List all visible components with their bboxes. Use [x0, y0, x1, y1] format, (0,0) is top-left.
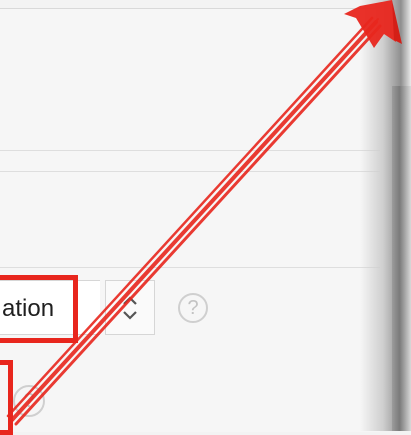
- settings-panel: [0, 8, 380, 432]
- divider: [0, 267, 380, 268]
- help-icon[interactable]: ?: [13, 385, 45, 417]
- annotation-highlight-box: [0, 275, 78, 343]
- chevron-updown-icon: [123, 295, 137, 320]
- annotation-highlight-box: [0, 360, 13, 435]
- divider: [0, 150, 380, 151]
- settings-top-area: [0, 9, 380, 149]
- divider: [0, 171, 380, 172]
- help-icon[interactable]: ?: [178, 293, 208, 323]
- select-stepper[interactable]: [105, 280, 155, 335]
- scrollbar[interactable]: [392, 86, 411, 431]
